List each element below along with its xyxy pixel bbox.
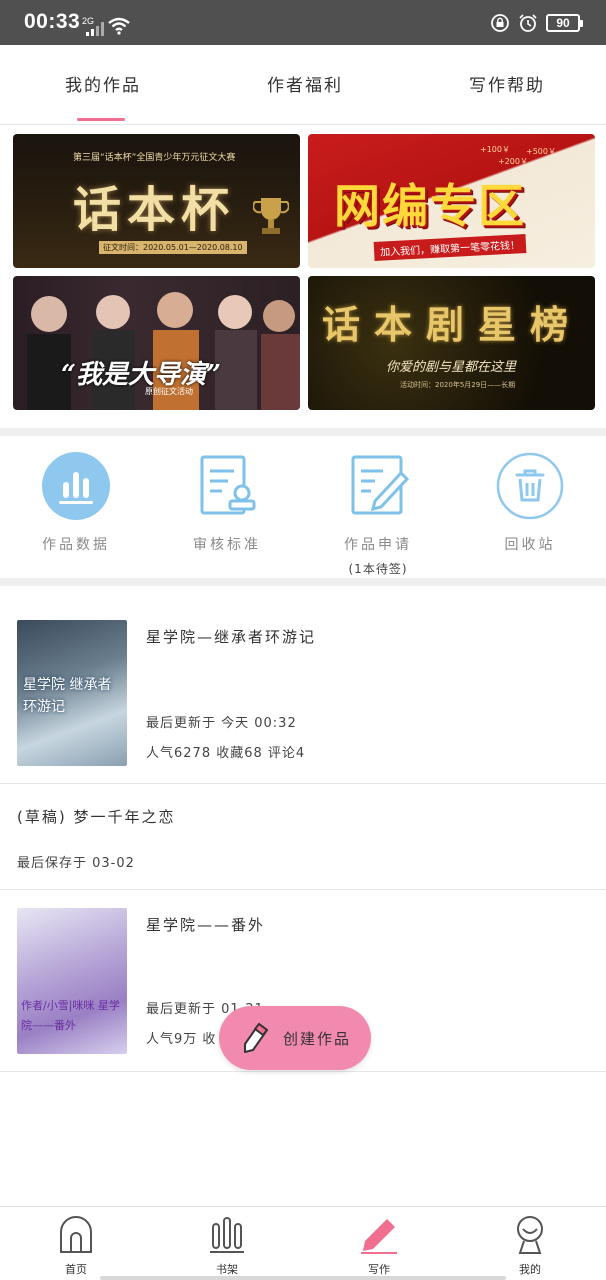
- profile-icon: [517, 1216, 543, 1254]
- banner-subtitle: 原创征文活动: [145, 387, 193, 396]
- banner-title: 话本剧星榜: [322, 302, 583, 347]
- work-list: 星学院 继承者环游记 星学院—继承者环游记 最后更新于 今天 00:32 人气6…: [0, 586, 606, 1072]
- create-work-button[interactable]: 创建作品: [219, 1006, 371, 1070]
- pen-icon: [361, 1219, 397, 1254]
- pencil-icon: [244, 1023, 268, 1053]
- banner-date: 活动时间：2020年5月29日——长期: [400, 381, 516, 389]
- nav-label: 首页: [65, 1263, 87, 1276]
- bar-chart-icon: [42, 452, 110, 520]
- feature-review-standard[interactable]: 审核标准: [167, 452, 287, 554]
- wifi-icon: [108, 17, 130, 35]
- work-item[interactable]: 星学院 继承者环游记 星学院—继承者环游记 最后更新于 今天 00:32 人气6…: [0, 586, 606, 784]
- work-stats: 人气9万 收: [146, 1032, 217, 1047]
- tab-my-works[interactable]: 我的作品: [65, 71, 141, 96]
- banner-title: 网编专区: [334, 179, 526, 233]
- work-updated: 最后更新于 今天 00:32: [146, 716, 297, 731]
- feature-work-apply[interactable]: 作品申请 (1本待签): [318, 452, 438, 577]
- book-cover: 星学院 继承者环游记: [17, 620, 127, 766]
- feature-label: 作品数据: [42, 537, 110, 553]
- bottom-nav: 首页 书架 写作 我的: [0, 1206, 606, 1280]
- nav-home[interactable]: 首页: [36, 1213, 116, 1277]
- section-divider: [0, 578, 606, 586]
- work-item[interactable]: (草稿) 梦一千年之恋 最后保存于 03-02: [0, 784, 606, 890]
- edit-document-icon: [351, 455, 410, 515]
- banner-grid: 第三届“话本杯”全国青少年万元征文大赛 话本杯 征文时间：2020.05.01—…: [0, 126, 606, 428]
- bonus-label: +100￥: [480, 145, 510, 154]
- banner-date: 征文时间：2020.05.01—2020.08.10: [99, 241, 247, 254]
- banner-title: 话本杯: [73, 182, 236, 238]
- create-work-label: 创建作品: [283, 1029, 352, 1048]
- tab-author-benefits[interactable]: 作者福利: [267, 71, 343, 96]
- battery-indicator: 90: [546, 14, 583, 32]
- cover-title: 星学院 继承者环游记: [23, 677, 112, 715]
- nav-label: 我的: [519, 1263, 541, 1276]
- trash-icon: [496, 452, 564, 520]
- book-cover: 作者/小雪|咪咪 星学院——番外: [17, 908, 127, 1054]
- active-tab-indicator: [77, 118, 125, 121]
- trophy-icon: [253, 198, 289, 234]
- nav-write[interactable]: 写作: [339, 1213, 419, 1277]
- feature-label: 作品申请: [344, 537, 412, 553]
- bookshelf-icon: [210, 1217, 244, 1253]
- banner-director[interactable]: “我是大导演” 原创征文活动: [13, 276, 300, 410]
- nav-label: 写作: [368, 1263, 390, 1276]
- feature-label: 审核标准: [193, 537, 261, 553]
- work-stats: 人气6278 收藏68 评论4: [146, 746, 306, 761]
- work-title: (草稿) 梦一千年之恋: [17, 808, 176, 826]
- review-standard-icon: [200, 455, 256, 515]
- banner-drama-star[interactable]: 话本剧星榜 你爱的剧与星都在这里 活动时间：2020年5月29日——长期: [308, 276, 595, 410]
- status-bar: 00:33 2G 90: [0, 0, 606, 45]
- cover-title: 作者/小雪|咪咪 星学院——番外: [21, 999, 120, 1032]
- bonus-label: +200￥: [498, 157, 528, 166]
- feature-row: 作品数据 审核标准 作品申请 (1本待签) 回收站: [0, 436, 606, 578]
- banner-subtitle: 你爱的剧与星都在这里: [386, 360, 517, 375]
- home-icon: [60, 1216, 92, 1253]
- feature-work-data[interactable]: 作品数据: [16, 452, 136, 554]
- alarm-icon: [519, 14, 537, 32]
- top-tabs: 我的作品 作者福利 写作帮助: [0, 45, 606, 125]
- signal-icon: [86, 22, 104, 36]
- nav-me[interactable]: 我的: [490, 1213, 570, 1277]
- banner-slogan: 加入我们，赚取第一笔零花钱！: [373, 234, 527, 261]
- banner-title: “我是大导演”: [61, 360, 221, 390]
- banner-huaben-cup[interactable]: 第三届“话本杯”全国青少年万元征文大赛 话本杯 征文时间：2020.05.01—…: [13, 134, 300, 268]
- feature-recycle-bin[interactable]: 回收站: [470, 452, 590, 554]
- bonus-label: +500￥: [526, 147, 556, 156]
- nav-label: 书架: [216, 1263, 238, 1276]
- work-title: 星学院—继承者环游记: [146, 628, 317, 646]
- work-title: 星学院——番外: [146, 916, 266, 934]
- work-saved: 最后保存于 03-02: [17, 856, 135, 871]
- status-time: 00:33: [24, 10, 81, 33]
- banner-editor-zone[interactable]: +100￥ +500￥ +200￥ 网编专区 加入我们，赚取第一笔零花钱！: [308, 134, 595, 268]
- tab-writing-help[interactable]: 写作帮助: [469, 71, 545, 96]
- pending-sign-count: (1本待签): [348, 562, 408, 576]
- feature-label: 回收站: [504, 537, 556, 553]
- home-indicator[interactable]: [100, 1276, 506, 1280]
- section-divider: [0, 428, 606, 436]
- lock-rotation-icon: [491, 14, 509, 32]
- banner-subtitle: 第三届“话本杯”全国青少年万元征文大赛: [73, 153, 236, 163]
- nav-bookshelf[interactable]: 书架: [187, 1213, 267, 1277]
